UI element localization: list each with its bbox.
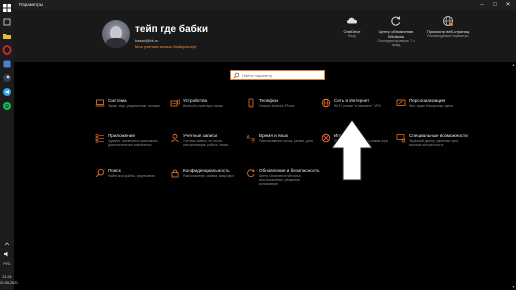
tile-description: Экран, звук, уведомления, питание — [108, 104, 161, 108]
network-globe-icon — [321, 98, 331, 108]
tile-description: Распознавание голоса, регион, дата — [259, 139, 313, 143]
tile-search[interactable]: Поиск Найти мои файлы, разрешения — [95, 167, 165, 191]
scrollbar[interactable] — [512, 62, 515, 290]
tile-description: Расположение, камера, микрофон — [183, 174, 235, 178]
personalization-icon — [396, 99, 406, 106]
steam-icon[interactable] — [2, 73, 12, 83]
onedrive-subtitle: Вход — [348, 34, 356, 38]
cloud-icon — [347, 17, 357, 24]
chevron-up-icon[interactable] — [2, 239, 12, 249]
update-icon — [391, 16, 401, 26]
tile-system[interactable]: Система Экран, звук, уведомления, питани… — [95, 97, 165, 121]
tile-description: Удалить, значения по умолчанию, дополнит… — [108, 139, 159, 147]
apps-icon[interactable] — [2, 59, 12, 69]
accessibility-icon — [396, 134, 406, 143]
search-input[interactable] — [242, 72, 322, 79]
settings-search-box[interactable] — [230, 70, 325, 80]
account-header: тейп где бабки bassit@bk.ru Моя учетная … — [14, 10, 516, 62]
task-view-icon[interactable] — [2, 17, 12, 27]
avatar — [102, 20, 130, 48]
tile-description: Найти мои файлы, разрешения — [108, 174, 155, 178]
globe-icon — [443, 16, 453, 26]
title-bar: Параметры – □ ✕ — [14, 0, 516, 10]
tile-description: Wi-Fi, режим "в самолете", VPN — [334, 104, 381, 108]
search-icon — [95, 168, 105, 178]
minimize-icon[interactable]: – — [477, 1, 487, 9]
person-icon — [171, 133, 179, 143]
account-email: bassit@bk.ru — [135, 38, 159, 43]
spotify-icon[interactable] — [2, 101, 12, 111]
folder-icon[interactable] — [2, 31, 12, 41]
tile-devices[interactable]: Устройства Bluetooth, принтеры, мышь — [170, 97, 240, 121]
laptop-icon — [95, 99, 105, 107]
clock-time[interactable]: 21:24 — [0, 275, 14, 280]
tile-apps[interactable]: Приложения Удалить, значения по умолчани… — [95, 132, 165, 156]
keyboard-icon — [170, 99, 180, 107]
clock-date[interactable]: 21.05.2021 — [0, 281, 18, 286]
time-language-icon: A 字 — [247, 135, 256, 143]
tile-personalization[interactable]: Персонализация Фон, экран блокировки, цв… — [396, 97, 466, 121]
phone-icon — [248, 98, 254, 108]
svg-text:字: 字 — [251, 137, 256, 143]
tile-description: Bluetooth, принтеры, мышь — [183, 104, 224, 108]
maximize-icon[interactable]: □ — [490, 1, 500, 9]
tile-description: Центр обновления Windows, восстановление… — [259, 174, 302, 186]
tile-update-security[interactable]: Обновление и безопасность Центр обновлен… — [246, 167, 320, 191]
web-browsing-subtitle: Рекомендуемые параметры — [427, 34, 469, 38]
window-title: Параметры — [19, 2, 43, 7]
windows-update-title: Центр обновления Windows — [378, 29, 414, 39]
tile-accessibility[interactable]: Специальные возможности Экранный диктор,… — [396, 132, 468, 156]
tile-description: Учетные записи, эл. почта, синхронизация… — [183, 139, 229, 147]
windows-update-subtitle: Последняя проверка: 7 ч назад — [377, 39, 415, 47]
language-indicator[interactable]: РУС — [0, 262, 14, 267]
tile-time-language[interactable]: A 字 Время и язык Распознавание голоса, р… — [246, 132, 316, 156]
taskbar: РУС 21:24 21.05.2021 — [0, 0, 18, 290]
tile-accounts[interactable]: Учетные записи Учетные записи, эл. почта… — [170, 132, 240, 156]
windows-update-shortcut[interactable]: Центр обновления Windows Последняя прове… — [374, 15, 418, 47]
update-icon — [247, 169, 255, 178]
account-name: тейп где бабки — [135, 24, 208, 35]
tile-privacy[interactable]: Конфиденциальность Расположение, камера,… — [170, 167, 240, 191]
onedrive-shortcut[interactable]: OneDrive Вход — [330, 15, 374, 38]
search-icon — [233, 72, 240, 79]
tile-description: Фон, экран блокировки, цвета — [409, 104, 453, 108]
apps-list-icon — [95, 134, 104, 143]
tile-phone[interactable]: Телефон Связать Android, iPhone — [246, 97, 316, 121]
opera-icon[interactable] — [2, 45, 12, 55]
telegram-icon[interactable] — [2, 87, 12, 97]
tile-description: Экранный диктор, экранная лупа, высокая … — [409, 139, 459, 147]
web-browsing-shortcut[interactable]: Просмотр веб-страниц Рекомендуемые парам… — [426, 15, 470, 38]
lock-icon — [171, 169, 179, 178]
start-icon[interactable] — [2, 3, 12, 13]
microsoft-account-link[interactable]: Моя учетная запись Майкрософт — [135, 44, 197, 49]
tile-description: Связать Android, iPhone — [259, 104, 295, 108]
volume-icon[interactable] — [2, 249, 12, 259]
close-icon[interactable]: ✕ — [503, 1, 513, 9]
up-arrow-annotation — [331, 119, 373, 181]
